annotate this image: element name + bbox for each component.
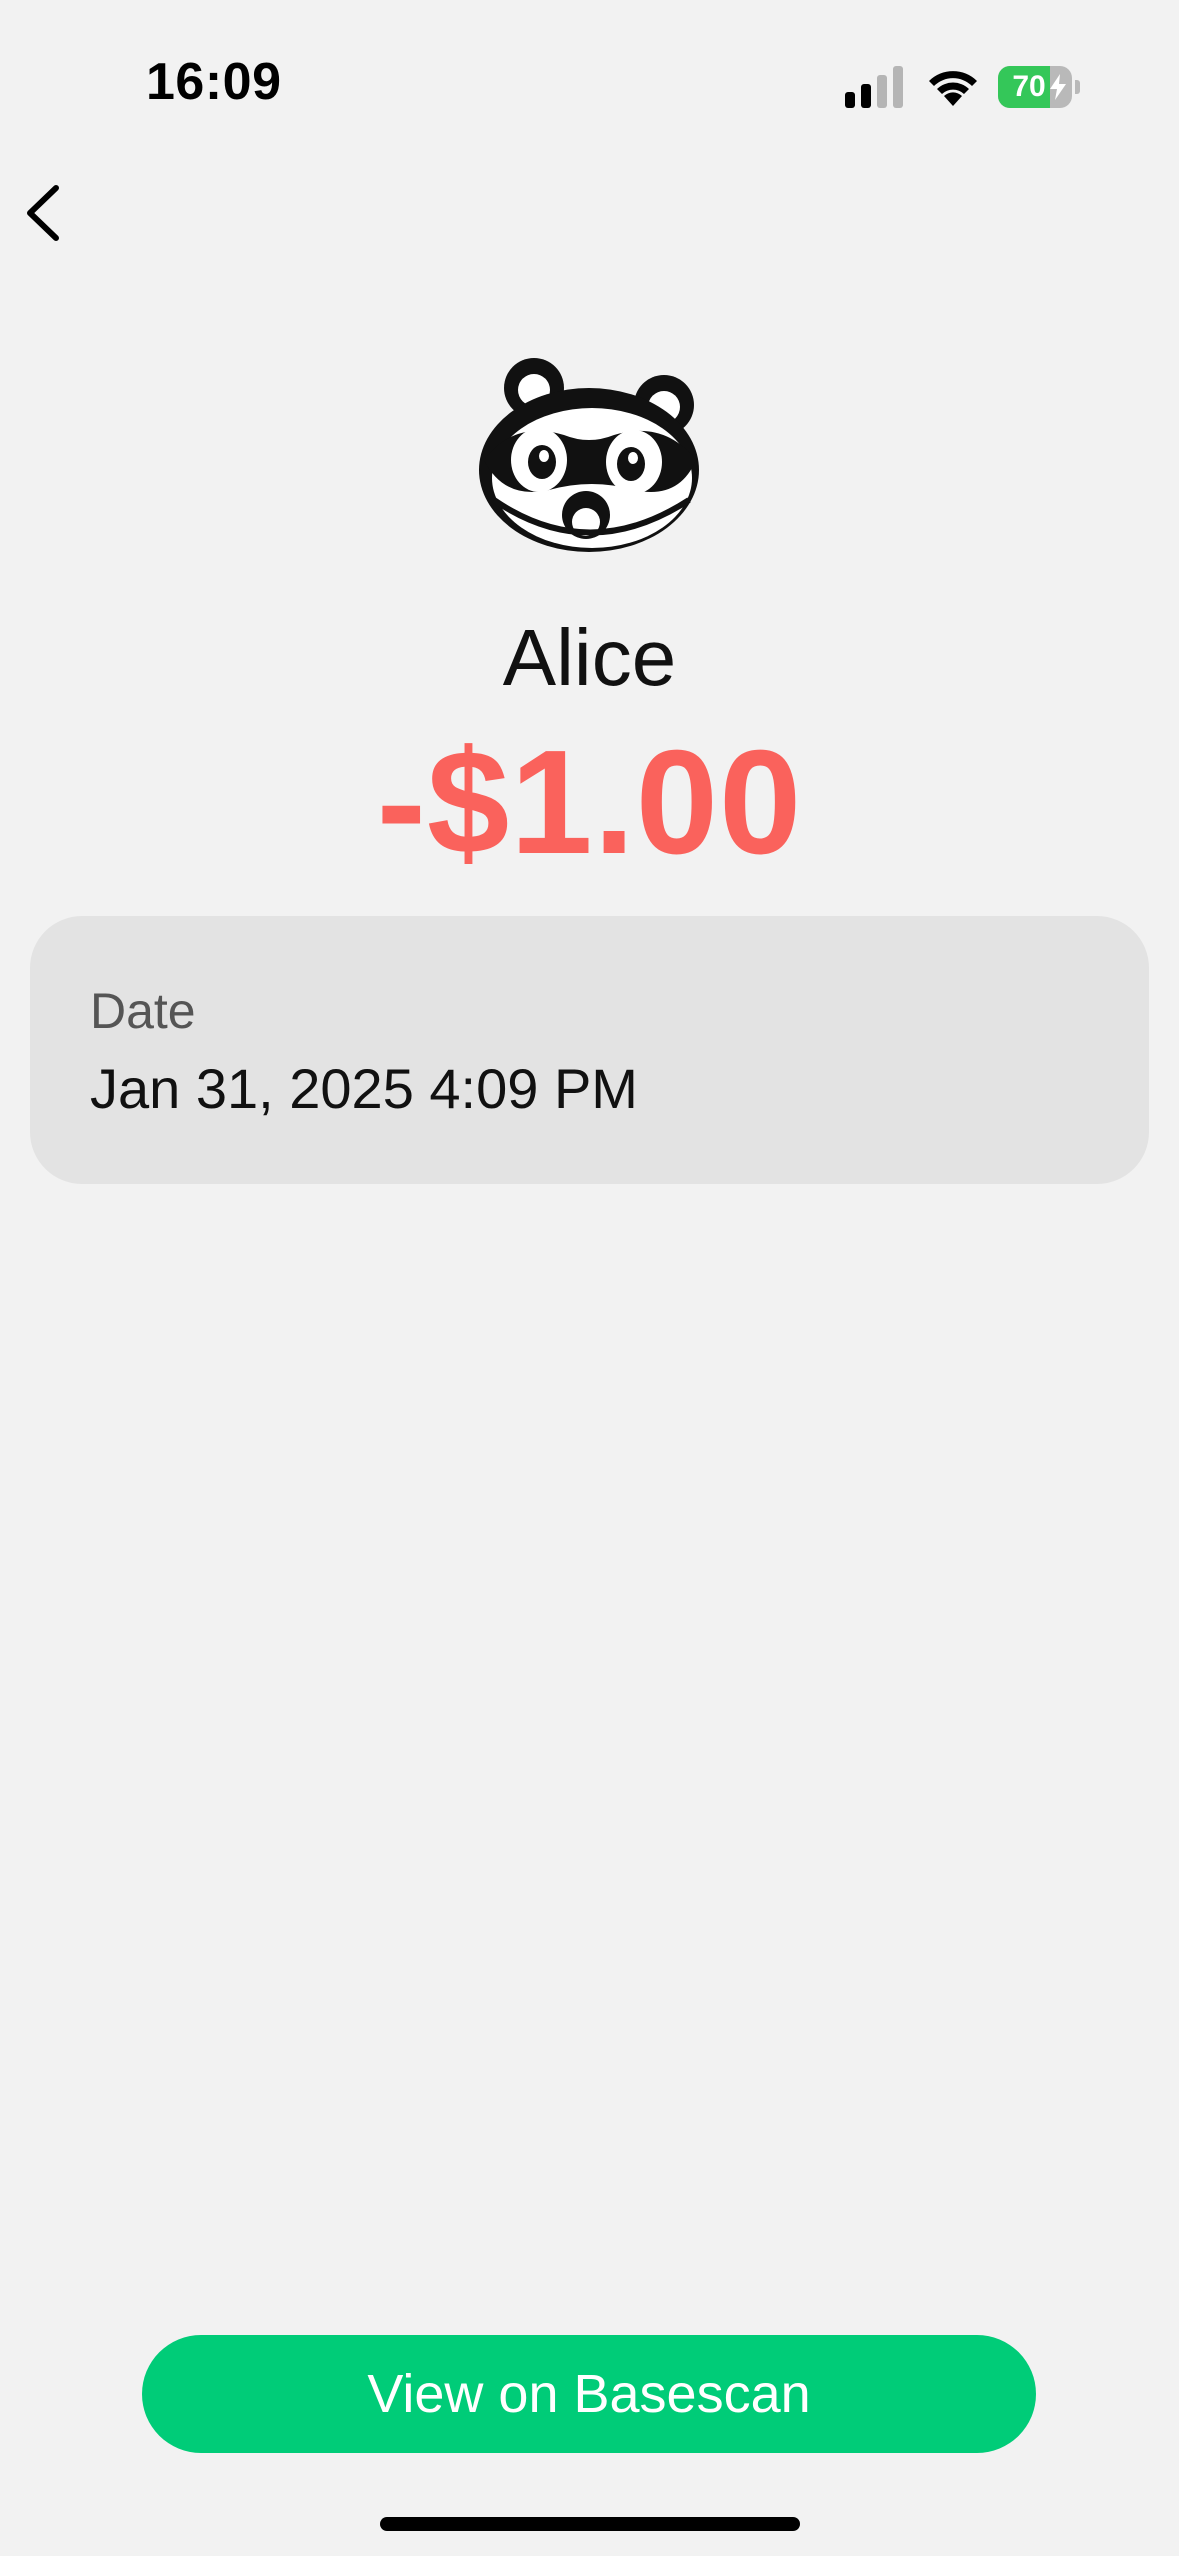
chevron-left-icon [27,185,59,241]
transaction-amount: -$1.00 [376,720,803,885]
battery-indicator: 70 [998,66,1080,108]
battery-body: 70 [998,66,1072,108]
status-time: 16:09 [146,53,282,111]
date-label: Date [90,983,196,1039]
date-value: Jan 31, 2025 4:09 PM [90,1057,638,1120]
transaction-details-card: Date Jan 31, 2025 4:09 PM [30,916,1149,1184]
raccoon-avatar [479,358,699,552]
status-bar: 16:09 70 [0,0,1179,170]
contact-name: Alice [502,613,677,702]
back-button[interactable] [10,178,80,248]
charging-bolt-icon [1050,74,1066,100]
home-indicator [380,2517,800,2531]
view-on-basescan-button[interactable]: View on Basescan [142,2335,1036,2453]
wifi-icon [929,71,977,106]
cellular-signal-icon [845,66,903,108]
battery-cap [1075,80,1080,94]
